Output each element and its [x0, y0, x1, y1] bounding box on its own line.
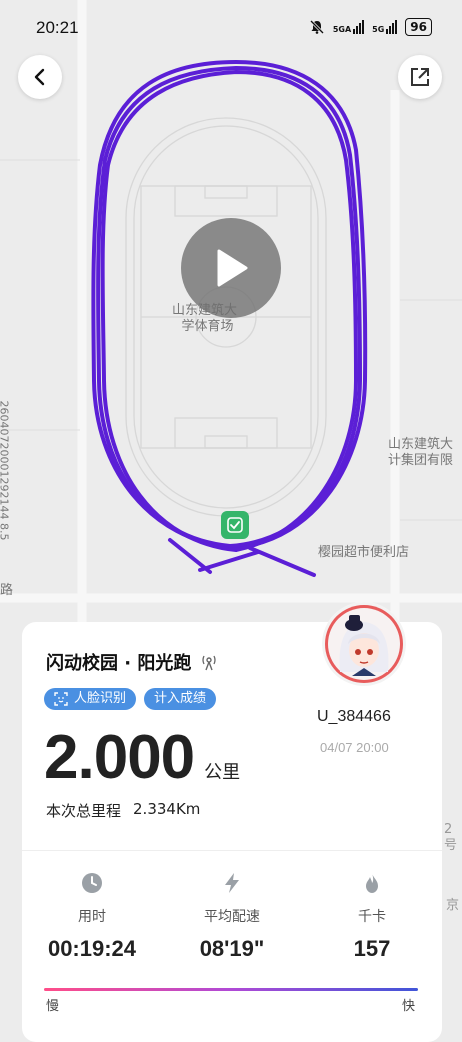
- signal-2: 5G: [372, 20, 398, 34]
- play-replay-button[interactable]: [181, 218, 281, 318]
- play-icon: [217, 249, 248, 287]
- counted-tag-label: 计入成绩: [154, 691, 207, 706]
- stat-calories-value: 157: [353, 936, 391, 961]
- network-type-1: 5GA: [332, 25, 352, 34]
- total-distance-label: 本次总里程: [46, 802, 122, 820]
- signal-tower-icon: [202, 655, 217, 671]
- battery-indicator: 96: [405, 18, 432, 36]
- back-arrow-icon: [34, 68, 45, 86]
- finish-marker[interactable]: [221, 511, 249, 539]
- status-bar: 20:21 5GA 5G 96: [0, 0, 462, 60]
- stats-row: 用时 00:19:24 平均配速 08'19" 千卡 157: [22, 870, 442, 962]
- edge-label-1: 2号: [444, 822, 458, 853]
- run-datetime: 04/07 20:00: [320, 740, 389, 755]
- distance: 2.000 公里: [44, 722, 240, 793]
- mute-bell-icon: [309, 19, 324, 35]
- tag-list: 人脸识别 计入成绩: [44, 688, 217, 710]
- distance-value: 2.000: [44, 723, 195, 792]
- edge-label-2: 京: [446, 898, 460, 913]
- check-shield-icon: [227, 517, 243, 533]
- avatar-image: [322, 602, 406, 686]
- lightning-icon: [219, 870, 245, 896]
- vertical-id-label: 26040720001292144 8.5: [0, 400, 11, 541]
- network-type-2: 5G: [372, 25, 385, 34]
- stat-duration: 用时 00:19:24: [22, 870, 162, 962]
- pace-slow-label: 慢: [46, 999, 60, 1014]
- stat-calories: 千卡 157: [302, 870, 442, 962]
- clock-icon: [79, 870, 105, 896]
- total-distance-value: 2.334Km: [133, 800, 201, 818]
- back-button[interactable]: [18, 55, 62, 99]
- run-title: 闪动校园 · 阳光跑: [46, 649, 219, 675]
- stat-calories-label: 千卡: [358, 909, 386, 925]
- share-button[interactable]: [398, 55, 442, 99]
- total-distance-row: 本次总里程 2.334Km: [46, 800, 200, 821]
- run-title-text: 闪动校园 · 阳光跑: [46, 653, 192, 674]
- distance-unit: 公里: [204, 762, 241, 783]
- run-summary-card: 闪动校园 · 阳光跑 人脸识别 计入成绩 2.000 公里 本次总里程 2.33…: [22, 622, 442, 1042]
- pace-fast-label: 快: [402, 999, 416, 1014]
- avatar[interactable]: [322, 602, 406, 686]
- store-label: 樱园超市便利店: [318, 545, 410, 560]
- status-time: 20:21: [36, 18, 79, 37]
- flame-icon: [359, 870, 385, 896]
- building-label-line1: 山东建筑大: [388, 437, 454, 452]
- status-icons: 5GA 5G 96: [309, 18, 432, 36]
- signal-bars-icon: [353, 20, 365, 34]
- signal-bars-icon: [386, 20, 398, 34]
- face-scan-icon: [54, 692, 68, 706]
- face-recognition-tag: 人脸识别: [44, 688, 137, 710]
- counted-tag: 计入成绩: [144, 688, 217, 710]
- venue-label-line2: 学体育场: [181, 319, 234, 334]
- stat-duration-label: 用时: [78, 909, 106, 925]
- share-icon: [411, 68, 429, 86]
- divider: [22, 850, 442, 851]
- stat-pace-label: 平均配速: [204, 909, 260, 925]
- signal-1: 5GA: [332, 20, 365, 34]
- stat-pace: 平均配速 08'19": [162, 870, 302, 962]
- building-label-line2: 计集团有限: [388, 453, 454, 468]
- pace-gradient-bar: [44, 988, 418, 991]
- stat-pace-value: 08'19": [199, 936, 265, 961]
- stat-duration-value: 00:19:24: [47, 936, 137, 961]
- building-label: 山东建筑大 计集团有限: [388, 437, 453, 469]
- username: U_384466: [317, 708, 391, 725]
- face-recognition-tag-label: 人脸识别: [74, 691, 127, 706]
